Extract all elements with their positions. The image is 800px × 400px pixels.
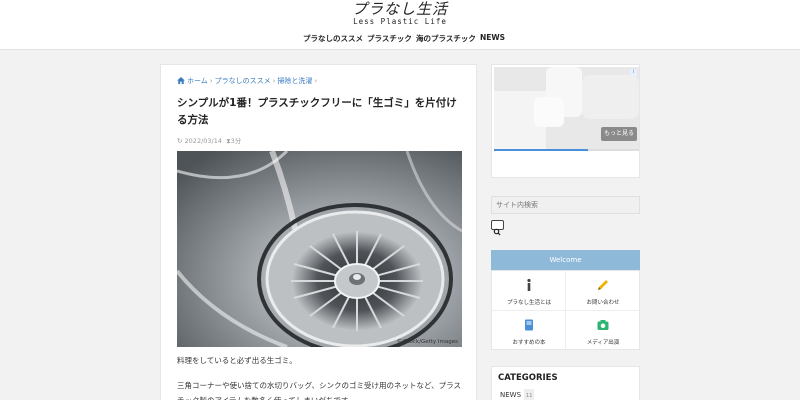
welcome-heading: Welcome [491, 250, 640, 270]
nav-item-news[interactable]: NEWS [480, 33, 505, 42]
site-header: プラなし生活 Less Plastic Life プラなしのススメ プラスチック… [0, 0, 800, 50]
welcome-item-books[interactable]: おすすめの本 [492, 311, 566, 351]
article-title: シンプルが1番！プラスチックフリーに「生ゴミ」を片付ける方法 [177, 97, 457, 126]
welcome-item-media[interactable]: メディア出演 [566, 311, 640, 351]
welcome-item-label: プラなし生活とは [506, 300, 551, 306]
breadcrumb-category[interactable]: プラなしのススメ [215, 77, 271, 85]
breadcrumb-separator: › [314, 77, 318, 85]
article-paragraph: 三角コーナーや使い捨ての水切りバッグ、シンクのゴミ受け用のネットなど、プラスチッ… [177, 381, 461, 400]
ad-progress-fill [494, 149, 589, 151]
site-search-input[interactable] [491, 196, 640, 214]
welcome-item-label: おすすめの本 [512, 340, 546, 346]
nav-item-recommend[interactable]: プラなしのススメ [303, 33, 363, 44]
nav-item-plastic[interactable]: プラスチック [367, 33, 412, 44]
ad-more-button[interactable]: もっと見る [601, 127, 637, 141]
pencil-icon [598, 280, 608, 290]
site-logo[interactable]: プラなし生活 Less Plastic Life [340, 1, 460, 26]
ad-image[interactable]: もっと見る i [494, 67, 639, 149]
search-button[interactable] [491, 220, 504, 236]
article-card: ホーム › プラなしのススメ › 掃除と洗濯 › シンプルが1番！プラスチックフリーに「生… [160, 64, 477, 400]
article-paragraph: 料理をしていると必ず出る生ゴミ。 [177, 356, 297, 365]
book-icon [525, 319, 533, 331]
breadcrumb-home[interactable]: ホーム [187, 77, 208, 85]
breadcrumb-separator: › [209, 77, 213, 85]
breadcrumb-separator: › [272, 77, 276, 85]
refresh-icon: ↻ [177, 137, 183, 145]
breadcrumb: ホーム › プラなしのススメ › 掃除と洗濯 › [177, 76, 319, 86]
search-icon [493, 228, 501, 236]
ad-progress-bar [494, 149, 639, 151]
article-meta: ↻ 2022/03/14 ⧗3分 [177, 135, 241, 146]
sink-drain-image [177, 151, 462, 347]
nav-item-ocean-plastic[interactable]: 海のプラスチック [416, 33, 476, 44]
hero-image: ©iStock/Getty Images [177, 151, 462, 347]
camera-icon [597, 320, 609, 330]
ad-info-icon[interactable]: i [630, 69, 637, 76]
welcome-item-about[interactable]: プラなし生活とは [492, 271, 566, 311]
category-name: NEWS [500, 391, 522, 399]
welcome-item-contact[interactable]: お問い合わせ [566, 271, 640, 311]
article-date: 2022/03/14 [184, 137, 222, 145]
welcome-item-label: メディア出演 [586, 340, 620, 346]
welcome-item-label: お問い合わせ [586, 300, 620, 306]
category-count: 11 [524, 389, 535, 400]
info-icon [527, 278, 531, 291]
welcome-grid: プラなし生活とは お問い合わせ おすすめの本 メディア出演 [491, 270, 640, 351]
home-icon [177, 77, 185, 84]
logo-title: プラなし生活 [351, 0, 448, 18]
categories-heading: CATEGORIES [491, 366, 640, 388]
sidebar-ad[interactable]: もっと見る i [491, 64, 640, 178]
logo-subtitle: Less Plastic Life [353, 17, 447, 26]
breadcrumb-subcategory[interactable]: 掃除と洗濯 [277, 77, 312, 85]
image-credit: ©iStock/Getty Images [396, 339, 458, 345]
read-time: 3分 [230, 137, 242, 145]
category-item[interactable]: NEWS 11 [491, 388, 640, 400]
